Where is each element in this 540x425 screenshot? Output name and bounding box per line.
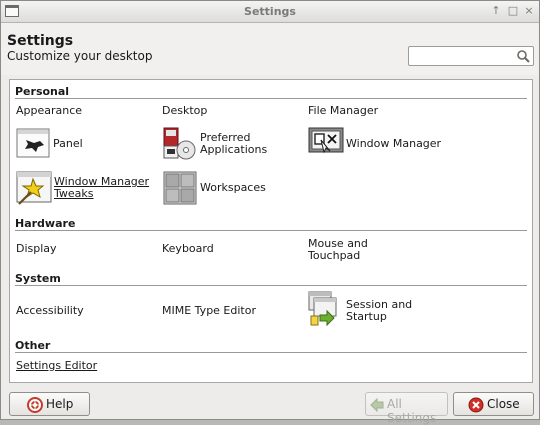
back-arrow-icon — [370, 398, 384, 412]
desktop-item[interactable]: Desktop — [162, 105, 207, 117]
divider — [15, 285, 527, 286]
help-icon — [27, 397, 43, 413]
keyboard-item[interactable]: Keyboard — [162, 243, 214, 255]
section-personal-title: Personal — [15, 85, 70, 98]
maximize-icon[interactable]: □ — [506, 4, 520, 18]
search-input[interactable] — [408, 46, 534, 66]
section-other-title: Other — [15, 339, 51, 352]
settings-editor-item[interactable]: Settings Editor — [16, 360, 97, 372]
window-manager-tweaks-icon — [16, 171, 52, 205]
settings-panel: Personal Appearance Desktop File Manager… — [9, 79, 533, 383]
shade-icon[interactable]: ↑ — [489, 4, 503, 18]
close-label: Close — [487, 397, 520, 411]
header: Settings Customize your desktop — [1, 23, 539, 75]
panel-icon — [16, 128, 50, 158]
close-button[interactable]: Close — [453, 392, 534, 416]
accessibility-item[interactable]: Accessibility — [16, 305, 84, 317]
close-window-icon[interactable]: × — [522, 4, 536, 18]
help-label: Help — [46, 397, 74, 411]
help-button[interactable]: Help — [9, 392, 90, 416]
page-title: Settings — [7, 33, 74, 49]
window-manager-icon — [308, 127, 344, 154]
window-title: Settings — [244, 5, 296, 18]
divider — [15, 230, 527, 231]
display-item[interactable]: Display — [16, 243, 57, 255]
section-system-title: System — [15, 272, 61, 285]
session-startup-icon — [308, 291, 337, 327]
search-icon — [517, 50, 530, 63]
all-settings-label: All Settings — [387, 397, 437, 425]
workspaces-icon — [163, 171, 197, 205]
divider — [15, 98, 527, 99]
close-icon — [468, 397, 484, 413]
mime-type-editor-item[interactable]: MIME Type Editor — [162, 305, 256, 317]
appearance-item[interactable]: Appearance — [16, 105, 82, 117]
settings-window: Settings ↑ □ × Settings Customize your d… — [0, 0, 540, 425]
file-manager-item[interactable]: File Manager — [308, 105, 378, 117]
divider — [15, 352, 527, 353]
page-subtitle: Customize your desktop — [7, 49, 153, 63]
section-hardware-title: Hardware — [15, 217, 76, 230]
all-settings-button[interactable]: All Settings — [365, 392, 448, 425]
preferred-applications-icon — [163, 127, 196, 160]
title-bar[interactable]: Settings ↑ □ × — [1, 1, 539, 23]
